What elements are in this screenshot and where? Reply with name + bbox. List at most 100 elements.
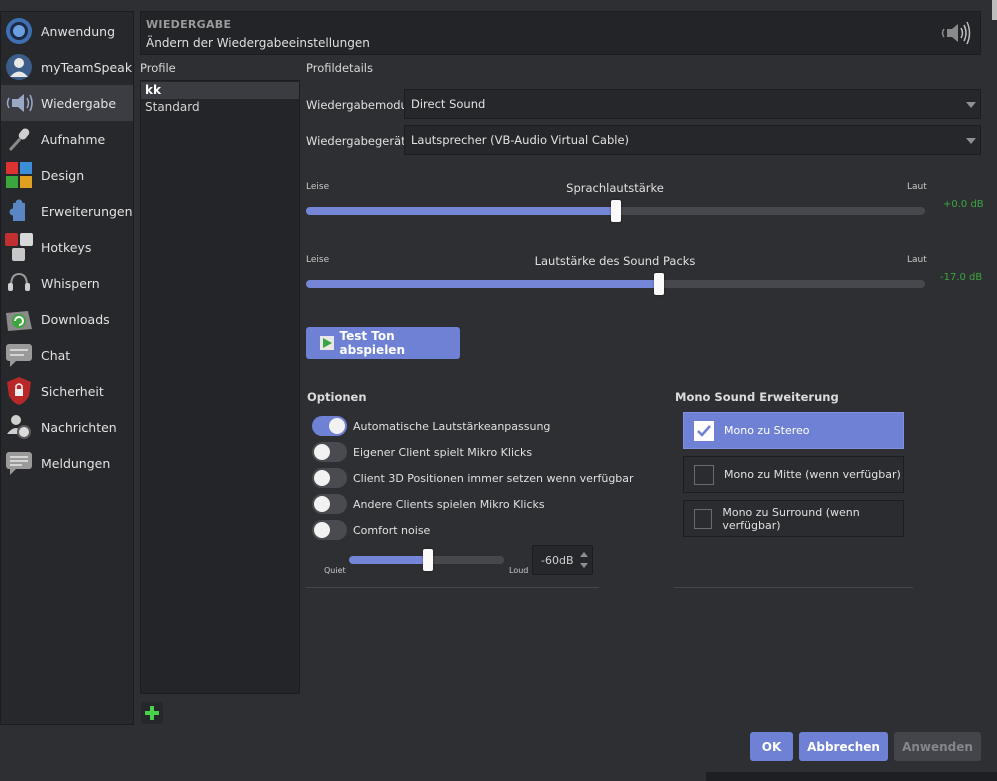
chevron-up-icon[interactable] [580,552,588,557]
voice-volume-db: +0.0 dB [943,199,984,210]
nav-label: Hotkeys [41,239,92,255]
checkbox[interactable] [694,508,713,529]
application-icon [3,15,35,47]
nav-item-chat[interactable]: Chat [1,337,133,373]
toggle-knob [314,470,330,486]
toggle-label: Andere Clients spielen Mikro Klicks [353,497,545,511]
playback-mode-select[interactable]: Direct Sound [404,89,981,119]
nav-item-anwendung[interactable]: Anwendung [1,13,133,49]
play-test-sound-button[interactable]: Test Ton abspielen [306,327,460,359]
voice-volume-min-label: Leise [306,182,330,192]
mono-option-surround[interactable]: Mono zu Surround (wenn verfügbar) [683,500,904,537]
cancel-button[interactable]: Abbrechen [799,732,888,761]
nav-item-meldungen[interactable]: Meldungen [1,445,133,481]
comfort-noise-slider[interactable] [349,549,504,571]
nav-item-aufnahme[interactable]: Aufnahme [1,121,133,157]
mono-expansion-title: Mono Sound Erweiterung [675,390,839,404]
chevron-down-icon [966,102,976,108]
toggle-label: Automatische Lautstärkeanpassung [353,419,551,433]
toggle-switch[interactable] [312,494,347,514]
nav-item-hotkeys[interactable]: Hotkeys [1,229,133,265]
settings-nav: Anwendung myTeamSpeak Wiedergabe Aufnahm… [0,11,134,725]
nav-label: Chat [41,347,71,363]
shield-icon [3,375,35,407]
playback-mode-value: Direct Sound [411,97,486,111]
ok-button[interactable]: OK [750,732,793,761]
voice-volume-handle[interactable] [610,200,621,222]
toggle-knob [314,522,330,538]
notifications-icon [3,447,35,479]
headset-icon [3,267,35,299]
comfort-noise-max-label: Loud [509,566,529,575]
design-icon [3,159,35,191]
nav-item-sicherheit[interactable]: Sicherheit [1,373,133,409]
toggle-row-own-mic-clicks[interactable]: Eigener Client spielt Mikro Klicks [312,441,532,463]
playback-device-label: Wiedergabegerät: [306,134,410,148]
nav-item-whispern[interactable]: Whispern [1,265,133,301]
list-item[interactable]: kk [141,82,299,99]
add-profile-button[interactable] [141,702,163,724]
nav-item-myteamspeak[interactable]: myTeamSpeak [1,49,133,85]
page-header: WIEDERGABE Ändern der Wiedergabeeinstell… [140,11,981,55]
mono-option-stereo[interactable]: Mono zu Stereo [683,412,904,449]
checkbox-label: Mono zu Stereo [724,424,810,437]
messages-icon [3,411,35,443]
toggle-row-3d-positions[interactable]: Client 3D Positionen immer setzen wenn v… [312,467,634,489]
toggle-switch[interactable] [312,520,347,540]
checkbox-label: Mono zu Mitte (wenn verfügbar) [724,468,901,481]
checkbox[interactable] [694,464,714,485]
apply-button[interactable]: Anwenden [894,732,981,761]
nav-item-design[interactable]: Design [1,157,133,193]
playback-device-value: Lautsprecher (VB-Audio Virtual Cable) [411,133,630,147]
nav-item-downloads[interactable]: Downloads [1,301,133,337]
chevron-down-icon [966,138,976,144]
nav-label: myTeamSpeak [41,59,133,75]
nav-label: Anwendung [41,23,116,39]
checkmark-icon [697,424,711,437]
voice-volume-slider[interactable] [306,200,925,222]
chevron-down-icon[interactable] [580,563,588,568]
soundpack-volume-fill [306,280,659,288]
toggle-knob [314,496,330,512]
playback-mode-label: Wiedergabemodus: [306,98,418,112]
speaker-waves-icon [940,20,974,49]
user-icon [3,51,35,83]
toggle-row-auto-volume[interactable]: Automatische Lautstärkeanpassung [312,415,550,437]
comfort-noise-handle[interactable] [423,549,434,571]
list-item[interactable]: Standard [141,99,299,116]
options-title: Optionen [307,390,367,404]
comfort-noise-stepper[interactable]: -60dB [532,545,593,575]
soundpack-volume-db: -17.0 dB [940,272,983,283]
window-bottom-edge [706,772,997,781]
window-scrollbar[interactable] [992,0,997,20]
nav-item-nachrichten[interactable]: Nachrichten [1,409,133,445]
soundpack-volume-slider[interactable] [306,273,925,295]
nav-item-erweiterungen[interactable]: Erweiterungen [1,193,133,229]
soundpack-volume-min-label: Leise [306,255,330,265]
toggle-switch[interactable] [312,468,347,488]
plus-icon [145,706,159,720]
toggle-knob [314,444,330,460]
nav-label: Whispern [41,275,100,291]
toggle-row-comfort-noise[interactable]: Comfort noise [312,519,430,541]
soundpack-volume-title: Lautstärke des Sound Packs [534,254,696,268]
toggle-switch[interactable] [312,442,347,462]
soundpack-volume-handle[interactable] [653,273,664,295]
toggle-label: Eigener Client spielt Mikro Klicks [353,445,533,459]
toggle-label: Comfort noise [353,523,431,537]
toggle-knob [329,418,345,434]
nav-label: Meldungen [41,455,111,471]
download-icon [3,303,35,335]
playback-device-select[interactable]: Lautsprecher (VB-Audio Virtual Cable) [404,125,981,155]
comfort-noise-fill [349,556,429,564]
toggle-row-other-mic-clicks[interactable]: Andere Clients spielen Mikro Klicks [312,493,545,515]
comfort-noise-min-label: Quiet [324,566,346,575]
nav-item-wiedergabe[interactable]: Wiedergabe [1,85,133,121]
profiles-label: Profile [140,61,176,75]
toggle-switch[interactable] [312,416,347,436]
mono-option-center[interactable]: Mono zu Mitte (wenn verfügbar) [683,456,904,493]
puzzle-icon [3,195,35,227]
checkbox[interactable] [694,420,714,441]
voice-volume-title: Sprachlautstärke [566,181,664,195]
nav-label: Wiedergabe [41,95,117,111]
